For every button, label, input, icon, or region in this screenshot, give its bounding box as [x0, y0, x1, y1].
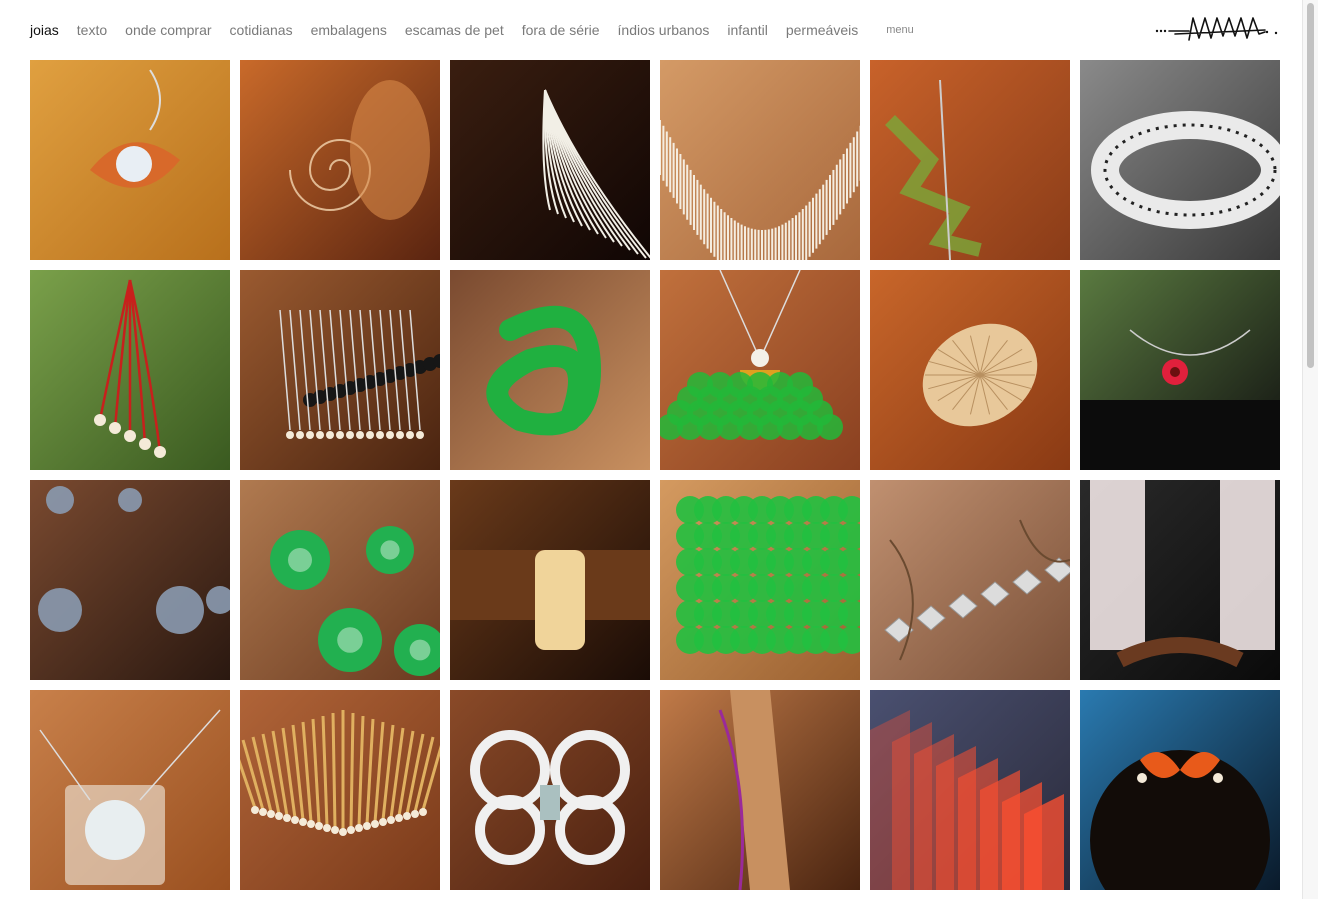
gallery-thumbnail-white-mesh-loop-necklace[interactable] — [450, 690, 650, 890]
nav-link-embalagens[interactable]: embalagens — [311, 22, 387, 38]
gallery-thumbnail-green-rosette-necklace[interactable] — [240, 480, 440, 680]
red-ring-choker-image — [1080, 270, 1280, 470]
gallery-thumbnail-white-mesh-arm-cuffs[interactable] — [1080, 480, 1280, 680]
gallery-thumbnail-red-ring-choker[interactable] — [1080, 270, 1280, 470]
gold-stick-pearl-collar-image — [240, 690, 440, 890]
page: joias texto onde comprar cotidianas embalage… — [0, 0, 1318, 899]
gallery-thumbnail-hand-spiral-pendant[interactable] — [240, 60, 440, 260]
gallery-thumbnail-gold-stick-pearl-collar[interactable] — [240, 690, 440, 890]
green-geometric-necklace-image — [870, 60, 1070, 260]
cream-cuff-bracelet-image — [450, 480, 650, 680]
gallery-thumbnail-neon-layered-sheets[interactable] — [870, 690, 1070, 890]
hand-spiral-pendant-image — [240, 60, 440, 260]
gallery-thumbnail-green-scale-cuff[interactable] — [660, 480, 860, 680]
white-mesh-loop-necklace-image — [450, 690, 650, 890]
black-pearl-fan-necklace-image — [240, 270, 440, 470]
nav-link-cotidianas[interactable]: cotidianas — [230, 22, 293, 38]
neon-layered-sheets-image — [870, 690, 1070, 890]
jewelry-gallery — [30, 60, 1280, 890]
gallery-thumbnail-red-wire-earring[interactable] — [30, 270, 230, 470]
white-fiber-tassel-image — [450, 60, 650, 260]
gallery-thumbnail-gold-shell-brooch[interactable] — [870, 270, 1070, 470]
white-mesh-arm-cuffs-image — [1080, 480, 1280, 680]
green-rosette-necklace-image — [240, 480, 440, 680]
green-scale-pendant-image — [660, 270, 860, 470]
nav-link-onde-comprar[interactable]: onde comprar — [125, 22, 211, 38]
red-wire-earring-image — [30, 270, 230, 470]
nav-link-fora-de-série[interactable]: fora de série — [522, 22, 600, 38]
green-scale-cuff-image — [660, 480, 860, 680]
nav-link-infantil[interactable]: infantil — [727, 22, 767, 38]
nav-link-escamas-de-pet[interactable]: escamas de pet — [405, 22, 504, 38]
menu-toggle[interactable]: menu — [886, 24, 914, 36]
glass-bead-necklace-image — [30, 480, 230, 680]
gallery-thumbnail-mirror-square-pendant[interactable] — [30, 690, 230, 890]
gallery-thumbnail-green-knot-ring[interactable] — [450, 270, 650, 470]
orange-bow-hairpin-image — [1080, 690, 1280, 890]
mirror-square-pendant-image — [30, 690, 230, 890]
green-knot-ring-image — [450, 270, 650, 470]
nav-link-permeáveis[interactable]: permeáveis — [786, 22, 858, 38]
gallery-thumbnail-crystal-cord-necklace[interactable] — [870, 480, 1070, 680]
logo[interactable] — [1155, 14, 1280, 48]
gallery-thumbnail-white-fringe-collar[interactable] — [660, 60, 860, 260]
handwritten-signature-logo-icon — [1155, 17, 1278, 41]
nav-link-índios-urbanos[interactable]: índios urbanos — [618, 22, 710, 38]
gallery-thumbnail-hair-purple-stick[interactable] — [660, 690, 860, 890]
gallery-thumbnail-green-scale-pendant[interactable] — [660, 270, 860, 470]
gold-shell-brooch-image — [870, 270, 1070, 470]
gallery-thumbnail-glass-bead-necklace[interactable] — [30, 480, 230, 680]
white-fringe-collar-image — [660, 60, 860, 260]
vertical-scrollbar[interactable] — [1302, 0, 1318, 899]
white-ring-bracelet-image — [1080, 60, 1280, 260]
gallery-thumbnail-black-pearl-fan-necklace[interactable] — [240, 270, 440, 470]
gallery-thumbnail-earring-orange-eye[interactable] — [30, 60, 230, 260]
nav-link-joias[interactable]: joias — [30, 22, 59, 38]
nav-link-texto[interactable]: texto — [77, 22, 107, 38]
gallery-thumbnail-white-fiber-tassel[interactable] — [450, 60, 650, 260]
gallery-thumbnail-green-geometric-necklace[interactable] — [870, 60, 1070, 260]
hair-purple-stick-image — [660, 690, 860, 890]
earring-orange-eye-image — [30, 60, 230, 260]
crystal-cord-necklace-image — [870, 480, 1070, 680]
main-nav: joias texto onde comprar cotidianas embalage… — [30, 20, 914, 40]
gallery-thumbnail-orange-bow-hairpin[interactable] — [1080, 690, 1280, 890]
gallery-thumbnail-white-ring-bracelet[interactable] — [1080, 60, 1280, 260]
gallery-thumbnail-cream-cuff-bracelet[interactable] — [450, 480, 650, 680]
scrollbar-thumb[interactable] — [1307, 3, 1314, 368]
